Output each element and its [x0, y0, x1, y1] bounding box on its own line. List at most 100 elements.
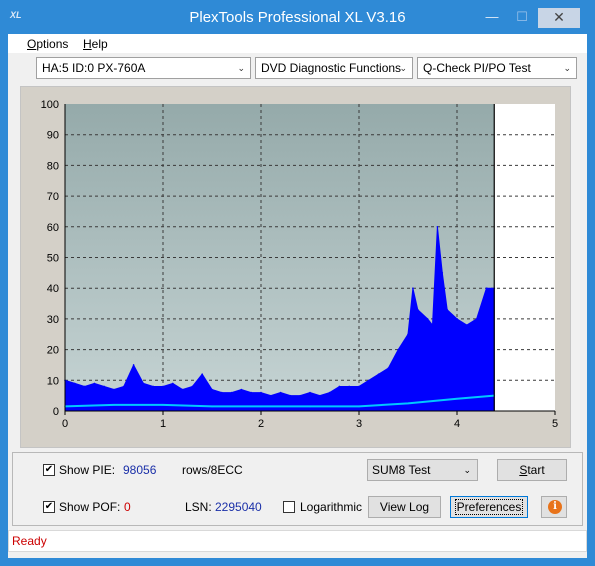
pie-point — [299, 394, 302, 397]
menu-help-label: elp — [91, 37, 108, 51]
pie-point — [103, 385, 105, 388]
pie-point — [368, 379, 370, 382]
y-tick-label: 30 — [47, 314, 59, 326]
pie-point — [446, 308, 449, 311]
x-tick-label: 1 — [160, 418, 166, 430]
lsn-label: LSN: — [185, 500, 212, 514]
pie-point — [412, 287, 414, 289]
y-tick-label: 90 — [47, 130, 59, 142]
info-button[interactable]: i — [541, 496, 567, 518]
pie-point — [279, 391, 282, 394]
preferences-label: Preferences — [454, 499, 524, 515]
chart-panel: 0 1 2 3 4 5 0 10 20 30 40 50 60 70 80 90 100 — [20, 86, 571, 448]
poe-point — [309, 405, 311, 408]
pie-point — [250, 391, 252, 394]
x-tick-label: 2 — [258, 418, 264, 430]
function-select[interactable]: DVD Diagnostic Functions ⌄ — [255, 57, 413, 79]
pie-point — [328, 391, 331, 394]
status-bar: Ready — [8, 530, 587, 552]
x-tick-label: 0 — [62, 418, 68, 430]
chevron-down-icon: ⌄ — [563, 63, 571, 73]
pie-point — [426, 318, 429, 320]
pi-po-chart: 0 1 2 3 4 50102030405060708090100 — [41, 99, 558, 430]
pie-point — [211, 388, 213, 391]
pie-point — [358, 385, 360, 388]
pie-point — [338, 385, 341, 388]
y-tick-label: 60 — [47, 222, 59, 234]
pie-point — [132, 364, 135, 366]
title-bar[interactable]: XL PlexTools Professional XL V3.16 — ☐ ✕ — [0, 0, 595, 34]
show-pie-label: Show PIE: — [59, 463, 116, 477]
test-select[interactable]: Q-Check PI/PO Test ⌄ — [417, 57, 577, 79]
show-pie-checkbox[interactable]: ✔ — [43, 464, 55, 476]
y-tick-label: 20 — [47, 345, 59, 357]
menu-options-label: ptions — [36, 37, 69, 51]
y-tick-label: 10 — [47, 375, 59, 387]
menu-options-accel: O — [27, 37, 37, 51]
pie-point — [456, 318, 458, 320]
menu-options[interactable]: Options — [27, 37, 68, 51]
pie-unit: rows/8ECC — [182, 463, 243, 477]
pie-point — [466, 324, 468, 326]
x-tick-label: 4 — [454, 418, 460, 430]
logarithmic-checkbox[interactable] — [283, 501, 295, 513]
pie-point — [319, 394, 321, 397]
pie-point — [142, 382, 145, 385]
pie-point — [230, 391, 233, 394]
chevron-down-icon: ⌄ — [237, 63, 245, 73]
pie-point — [397, 348, 400, 351]
show-poe-label: Show POF: — [59, 500, 121, 514]
drive-select-value: HA:5 ID:0 PX-760A — [42, 61, 146, 75]
pie-point — [289, 394, 292, 397]
poe-point — [162, 404, 164, 406]
chevron-down-icon: ⌄ — [463, 465, 471, 475]
pie-point — [485, 287, 488, 289]
pie-point — [201, 373, 203, 375]
pie-point — [431, 324, 434, 326]
pie-point — [270, 394, 272, 397]
sum-test-select[interactable]: SUM8 Test ⌄ — [367, 459, 478, 481]
minimize-button[interactable]: — — [478, 8, 506, 28]
pie-point — [475, 318, 478, 320]
maximize-button[interactable]: ☐ — [508, 8, 536, 28]
poe-point — [456, 397, 458, 400]
close-button[interactable]: ✕ — [538, 8, 580, 28]
poe-point — [260, 405, 262, 408]
poe-point — [113, 404, 115, 406]
preferences-button[interactable]: Preferences — [450, 496, 528, 518]
pie-point — [441, 272, 444, 274]
y-tick-label: 80 — [47, 160, 59, 172]
poe-point — [407, 402, 409, 405]
poe-point — [358, 405, 360, 408]
info-icon: i — [548, 500, 562, 514]
pie-point — [260, 391, 262, 394]
menu-help-accel: H — [83, 37, 92, 51]
pie-point — [74, 382, 76, 385]
check-icon: ✔ — [44, 464, 54, 475]
start-button[interactable]: Start — [497, 459, 567, 481]
menu-help[interactable]: Help — [83, 37, 108, 51]
client-area: Options Help HA:5 ID:0 PX-760A ⌄ DVD Dia… — [8, 34, 587, 558]
pie-point — [162, 385, 164, 388]
pie-point — [407, 333, 409, 336]
drive-select[interactable]: HA:5 ID:0 PX-760A ⌄ — [36, 57, 251, 79]
pie-point — [436, 226, 439, 228]
app-window: XL PlexTools Professional XL V3.16 — ☐ ✕… — [0, 0, 595, 566]
poe-value: 0 — [124, 500, 131, 514]
pie-point — [113, 388, 115, 391]
pie-point — [93, 382, 96, 385]
y-tick-label: 0 — [53, 406, 59, 418]
pie-value: 98056 — [123, 463, 157, 477]
y-tick-label: 40 — [47, 283, 59, 295]
sum-test-select-value: SUM8 Test — [372, 463, 431, 477]
menu-bar: Options Help — [8, 34, 587, 54]
pie-point — [417, 308, 419, 311]
pie-point — [191, 385, 194, 388]
pie-point — [221, 391, 223, 394]
controls-panel: ✔ Show PIE: 98056 rows/8ECC SUM8 Test ⌄ … — [12, 452, 583, 526]
pie-point — [181, 388, 184, 391]
pie-point — [123, 385, 125, 388]
view-log-button[interactable]: View Log — [368, 496, 441, 518]
show-poe-checkbox[interactable]: ✔ — [43, 501, 55, 513]
test-select-value: Q-Check PI/PO Test — [423, 61, 531, 75]
